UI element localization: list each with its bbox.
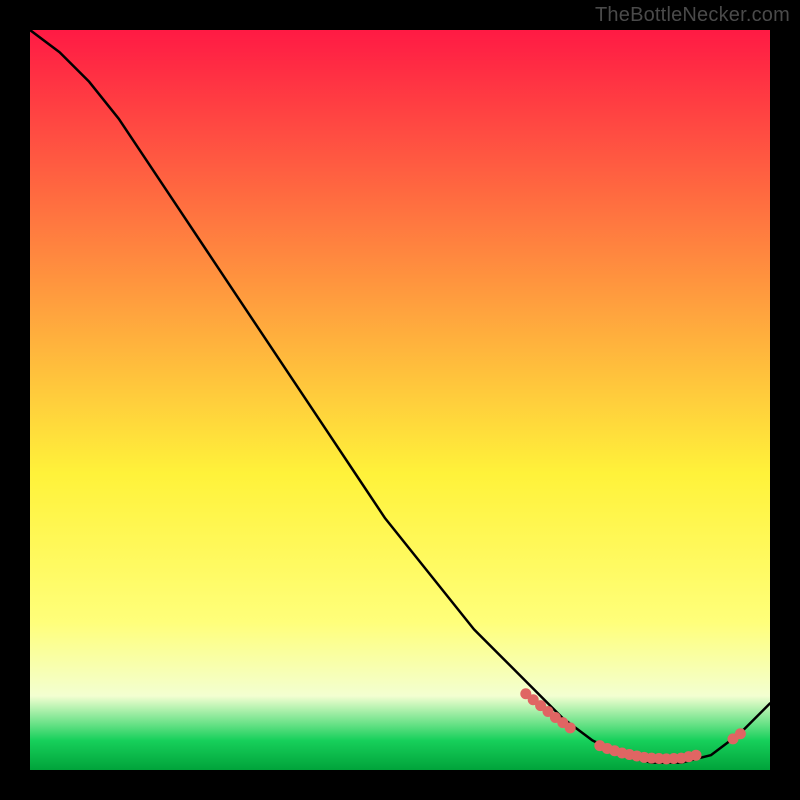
plot-area	[30, 30, 770, 770]
chart-svg	[30, 30, 770, 770]
data-marker	[565, 722, 576, 733]
chart-container: TheBottleNecker.com	[0, 0, 800, 800]
watermark-text: TheBottleNecker.com	[595, 4, 790, 27]
data-marker	[691, 750, 702, 761]
data-marker	[735, 728, 746, 739]
gradient-background	[30, 30, 770, 770]
